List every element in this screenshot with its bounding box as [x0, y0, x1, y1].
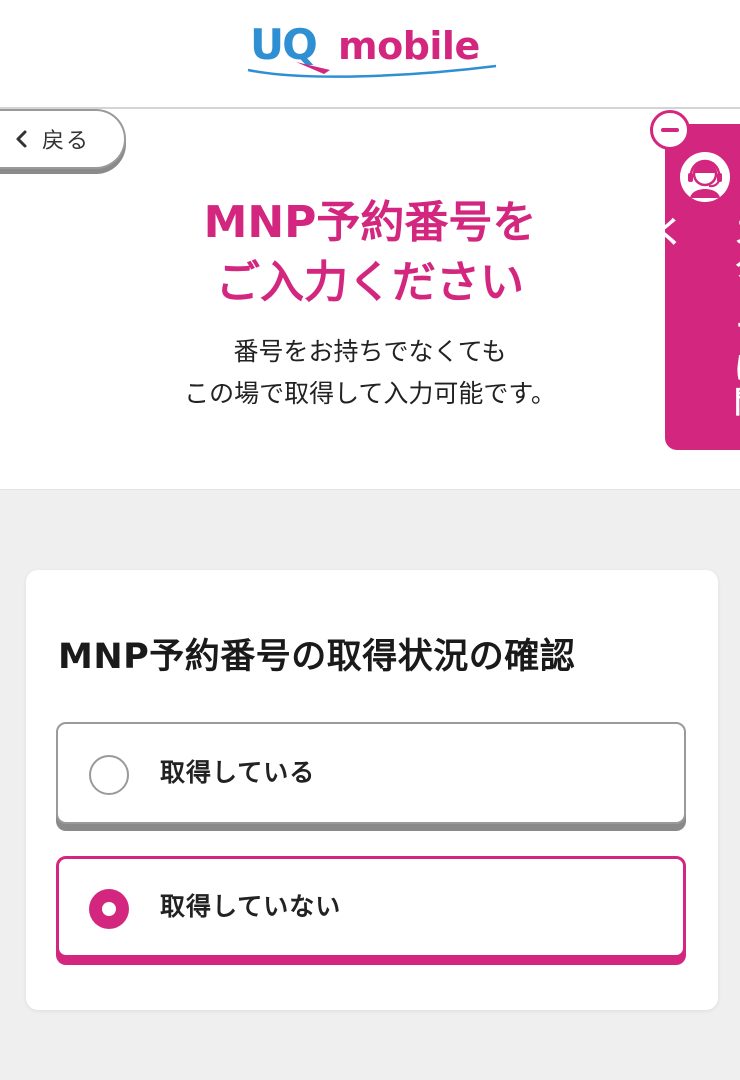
logo-swoosh-icon: [247, 62, 497, 78]
option-not-obtained[interactable]: 取得していない: [56, 856, 686, 958]
radio-checked-icon[interactable]: [89, 889, 129, 929]
option-obtained-label: 取得している: [160, 758, 316, 787]
mnp-status-card: MNP予約番号の取得状況の確認 取得している 取得していない: [26, 570, 718, 1010]
card-title: MNP予約番号の取得状況の確認: [58, 637, 576, 677]
radio-unchecked-icon[interactable]: [89, 755, 129, 795]
option-not-obtained-label: 取得していない: [160, 892, 342, 921]
back-label: 戻る: [42, 129, 91, 154]
chevron-left-icon: [16, 130, 27, 148]
app-header: UQ mobile: [0, 0, 740, 109]
option-obtained[interactable]: 取得している: [56, 722, 686, 824]
back-button[interactable]: 戻る: [0, 109, 126, 169]
uq-mobile-logo[interactable]: UQ mobile: [246, 18, 498, 80]
ask-staff-label: スタッフに聞く: [648, 216, 740, 420]
ask-staff-tab[interactable]: スタッフに聞く: [648, 124, 740, 450]
headset-operator-icon: [680, 152, 730, 202]
minus-icon[interactable]: [650, 110, 690, 150]
